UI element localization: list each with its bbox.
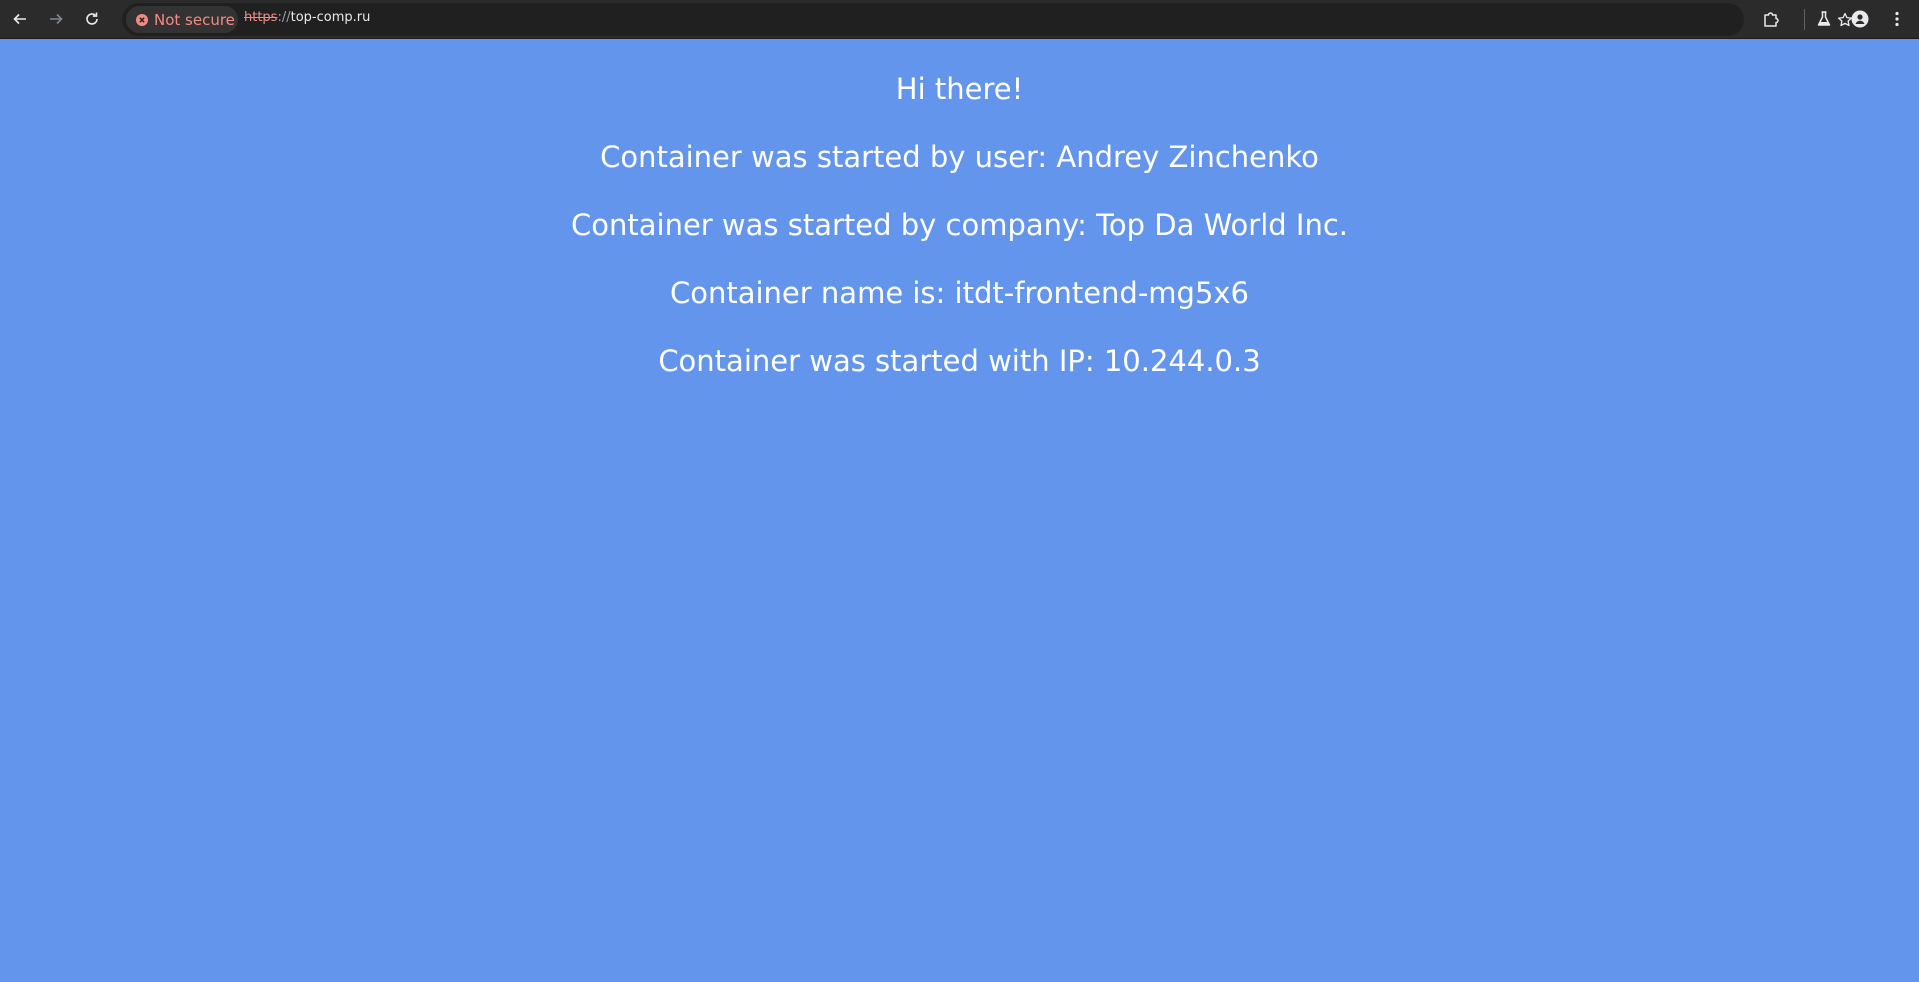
address-bar[interactable]: Not secure https://top-comp.ru [122, 3, 1853, 36]
toolbar-divider [1804, 9, 1805, 30]
container-ip-text: Container was started with IP: 10.244.0.… [658, 344, 1261, 378]
security-indicator[interactable]: Not secure [126, 6, 238, 33]
url-text[interactable]: https://top-comp.ru [244, 10, 370, 25]
reload-icon [86, 12, 98, 25]
security-label: Not secure [154, 11, 235, 29]
back-button[interactable] [6, 5, 34, 33]
company-info-text: Container was started by company: Top Da… [571, 208, 1348, 242]
page-content: Hi there! Container was started by user:… [0, 40, 1919, 982]
more-vertical-icon [1895, 11, 1899, 27]
warning-icon [136, 14, 148, 26]
user-info-text: Container was started by user: Andrey Zi… [600, 140, 1319, 174]
forward-button[interactable] [42, 5, 70, 33]
puzzle-icon [1764, 12, 1779, 27]
url-separator: :// [277, 10, 291, 25]
person-icon [1851, 10, 1869, 28]
flask-icon [1817, 11, 1831, 26]
greeting-text: Hi there! [895, 72, 1024, 106]
browser-toolbar: Not secure https://top-comp.ru [0, 0, 1919, 39]
extensions-button[interactable] [1757, 5, 1785, 33]
container-name-text: Container name is: itdt-frontend-mg5x6 [669, 276, 1250, 310]
reload-button[interactable] [78, 5, 106, 33]
url-host: top-comp.ru [290, 10, 371, 25]
menu-button[interactable] [1883, 5, 1911, 33]
arrow-right-icon [50, 13, 63, 25]
profile-button[interactable] [1846, 5, 1874, 33]
url-scheme: https [244, 10, 278, 25]
arrow-left-icon [13, 13, 26, 25]
labs-button[interactable] [1810, 5, 1838, 33]
